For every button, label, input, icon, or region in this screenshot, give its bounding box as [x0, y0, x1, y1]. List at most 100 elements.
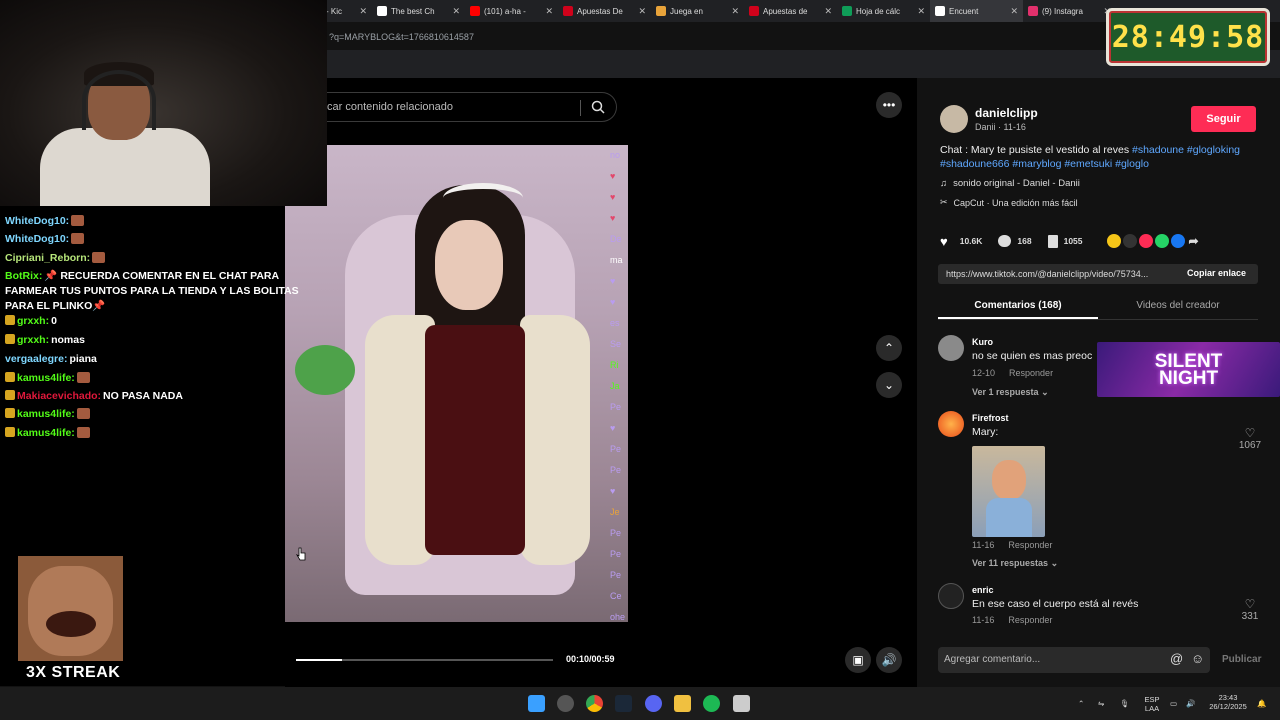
tab-close-icon[interactable]: ✕ — [917, 6, 925, 17]
publish-button[interactable]: Publicar — [1222, 654, 1261, 665]
embed-icon[interactable] — [1122, 234, 1137, 248]
tab-close-icon[interactable]: ✕ — [638, 6, 646, 17]
sound-line[interactable]: ♫ sonido original - Daniel - Danii — [940, 178, 1080, 189]
notification-icon[interactable]: 🔔 — [1257, 699, 1266, 708]
tiktok-video[interactable] — [285, 145, 628, 622]
related-search-bar[interactable]: car contenido relacionado — [327, 92, 617, 122]
chat-username[interactable]: kamus4life: — [17, 427, 75, 439]
tray-chevron-up-icon[interactable]: ⌃ — [1078, 699, 1084, 708]
microphone-icon[interactable]: 🎙 — [1120, 699, 1130, 708]
chat-username[interactable]: kamus4life: — [17, 408, 75, 420]
search-icon[interactable] — [591, 100, 605, 114]
tab-close-icon[interactable]: ✕ — [452, 6, 460, 17]
chat-username[interactable]: grxxh: — [17, 334, 49, 346]
coin-icon[interactable] — [1106, 234, 1121, 248]
reply-button[interactable]: Responder — [1008, 540, 1052, 550]
view-replies[interactable]: Ver 11 respuestas ⌄ — [972, 558, 1058, 569]
comment-gif[interactable] — [972, 446, 1045, 537]
comment-icon[interactable] — [998, 235, 1012, 247]
video-face — [435, 220, 503, 310]
comment-author[interactable]: Firefrost — [972, 413, 1009, 423]
tab-favicon-icon — [470, 6, 480, 16]
tab-close-icon[interactable]: ✕ — [1010, 6, 1018, 17]
chat-username[interactable]: BotRix: — [5, 270, 42, 282]
more-options-button[interactable]: ••• — [876, 92, 902, 118]
browser-tab[interactable]: Juega en ✕ — [651, 0, 744, 22]
language-indicator[interactable]: ESP LAA — [1140, 695, 1164, 713]
chat-username[interactable]: WhiteDog10: — [5, 215, 69, 227]
address-bar[interactable]: ?q=MARYBLOG&t=1766810614587 — [327, 28, 1127, 50]
share-link-box[interactable]: https://www.tiktok.com/@danielclipp/vide… — [938, 264, 1258, 284]
browser-tab[interactable]: Apuestas de ✕ — [744, 0, 837, 22]
comment-like[interactable]: ♡ 331 — [1235, 597, 1265, 622]
view-replies[interactable]: Ver 1 respuesta ⌄ — [972, 387, 1049, 398]
obs-icon[interactable] — [557, 695, 574, 712]
comment-text: En ese caso el cuerpo está al revés — [972, 598, 1139, 610]
chat-username[interactable]: Cipriani_Reborn: — [5, 252, 90, 264]
browser-tab[interactable]: The best Ch ✕ — [372, 0, 465, 22]
mention-icon[interactable]: @ — [1170, 651, 1183, 666]
tab-close-icon[interactable]: ✕ — [731, 6, 739, 17]
monitor-icon[interactable]: ▭ — [1170, 699, 1177, 708]
browser-tab[interactable]: (9) Instagra✕ — [1023, 0, 1116, 22]
bookmark-icon[interactable] — [1047, 234, 1058, 248]
tab-comments[interactable]: Comentarios (168) — [938, 296, 1098, 319]
browser-tab[interactable]: (101) a-ha - ✕ — [465, 0, 558, 22]
calculator-icon[interactable] — [733, 695, 750, 712]
tab-close-icon[interactable]: ✕ — [824, 6, 832, 17]
cardigan-right — [520, 315, 590, 565]
reply-button[interactable]: Responder — [1009, 368, 1053, 378]
tab-close-icon[interactable]: ✕ — [545, 6, 553, 17]
comment-meta: 11-16 Responder — [972, 540, 1066, 550]
send-icon[interactable] — [1138, 234, 1153, 248]
author-avatar[interactable] — [940, 105, 968, 133]
comment-author[interactable]: Kuro — [972, 337, 993, 347]
folder-icon[interactable] — [674, 695, 691, 712]
capcut-line[interactable]: ✂ CapCut · Una edición más fácil — [940, 197, 1078, 208]
pip-button[interactable]: ▣ — [845, 647, 871, 673]
tab-creator-videos[interactable]: Videos del creador — [1098, 296, 1258, 319]
heart-outline-icon[interactable]: ♡ — [1235, 426, 1265, 440]
browser-tab[interactable]: Encuent ✕ — [930, 0, 1023, 22]
tab-close-icon[interactable]: ✕ — [359, 6, 367, 17]
steam-icon[interactable] — [615, 695, 632, 712]
prev-video-button[interactable]: ⌃ — [876, 335, 902, 361]
author-username[interactable]: danielclipp — [975, 106, 1038, 120]
copy-link-button[interactable]: Copiar enlace — [1187, 268, 1246, 278]
video-progress[interactable]: 00:10/00:59 — [296, 652, 626, 668]
whatsapp-icon[interactable] — [1154, 234, 1169, 248]
windows-start-icon[interactable] — [528, 695, 545, 712]
laughing-mouth — [46, 611, 96, 637]
chat-username[interactable]: vergaalegre: — [5, 353, 67, 365]
chat-username[interactable]: WhiteDog10: — [5, 233, 69, 245]
comment-author[interactable]: enric — [972, 585, 994, 595]
browser-tab[interactable]: Apuestas De ✕ — [558, 0, 651, 22]
red-dress — [425, 325, 525, 555]
comment-avatar[interactable] — [938, 411, 964, 437]
volume-tray-icon[interactable]: 🔊 — [1186, 699, 1195, 708]
browser-tab[interactable]: Hoja de cálc ✕ — [837, 0, 930, 22]
heart-outline-icon[interactable]: ♡ — [1235, 597, 1265, 611]
heart-icon[interactable]: ♥ — [940, 234, 948, 249]
follow-button[interactable]: Seguir — [1191, 106, 1256, 132]
emoji-icon[interactable]: ☺ — [1191, 651, 1204, 666]
chrome-icon[interactable] — [586, 695, 603, 712]
next-video-button[interactable]: ⌄ — [876, 372, 902, 398]
pip-icon: ▣ — [852, 653, 864, 667]
chat-username[interactable]: kamus4life: — [17, 372, 75, 384]
comment-avatar[interactable] — [938, 583, 964, 609]
comment-text: Mary: — [972, 426, 999, 438]
chat-username[interactable]: Makiacevichado: — [17, 390, 101, 402]
add-comment-input[interactable]: Agregar comentario... @ ☺ — [938, 647, 1210, 673]
comment-avatar[interactable] — [938, 335, 964, 361]
volume-button[interactable]: 🔊 — [876, 647, 902, 673]
discord-icon[interactable] — [645, 695, 662, 712]
clock[interactable]: 23:43 26/12/2025 — [1205, 693, 1251, 711]
spotify-icon[interactable] — [703, 695, 720, 712]
network-icon[interactable]: ⇋ — [1098, 699, 1104, 708]
share-arrow-icon[interactable]: ➦ — [1189, 234, 1199, 248]
facebook-icon[interactable] — [1170, 234, 1185, 248]
comment-like[interactable]: ♡ 1067 — [1235, 426, 1265, 451]
chat-username[interactable]: grxxh: — [17, 315, 49, 327]
reply-button[interactable]: Responder — [1008, 615, 1052, 625]
